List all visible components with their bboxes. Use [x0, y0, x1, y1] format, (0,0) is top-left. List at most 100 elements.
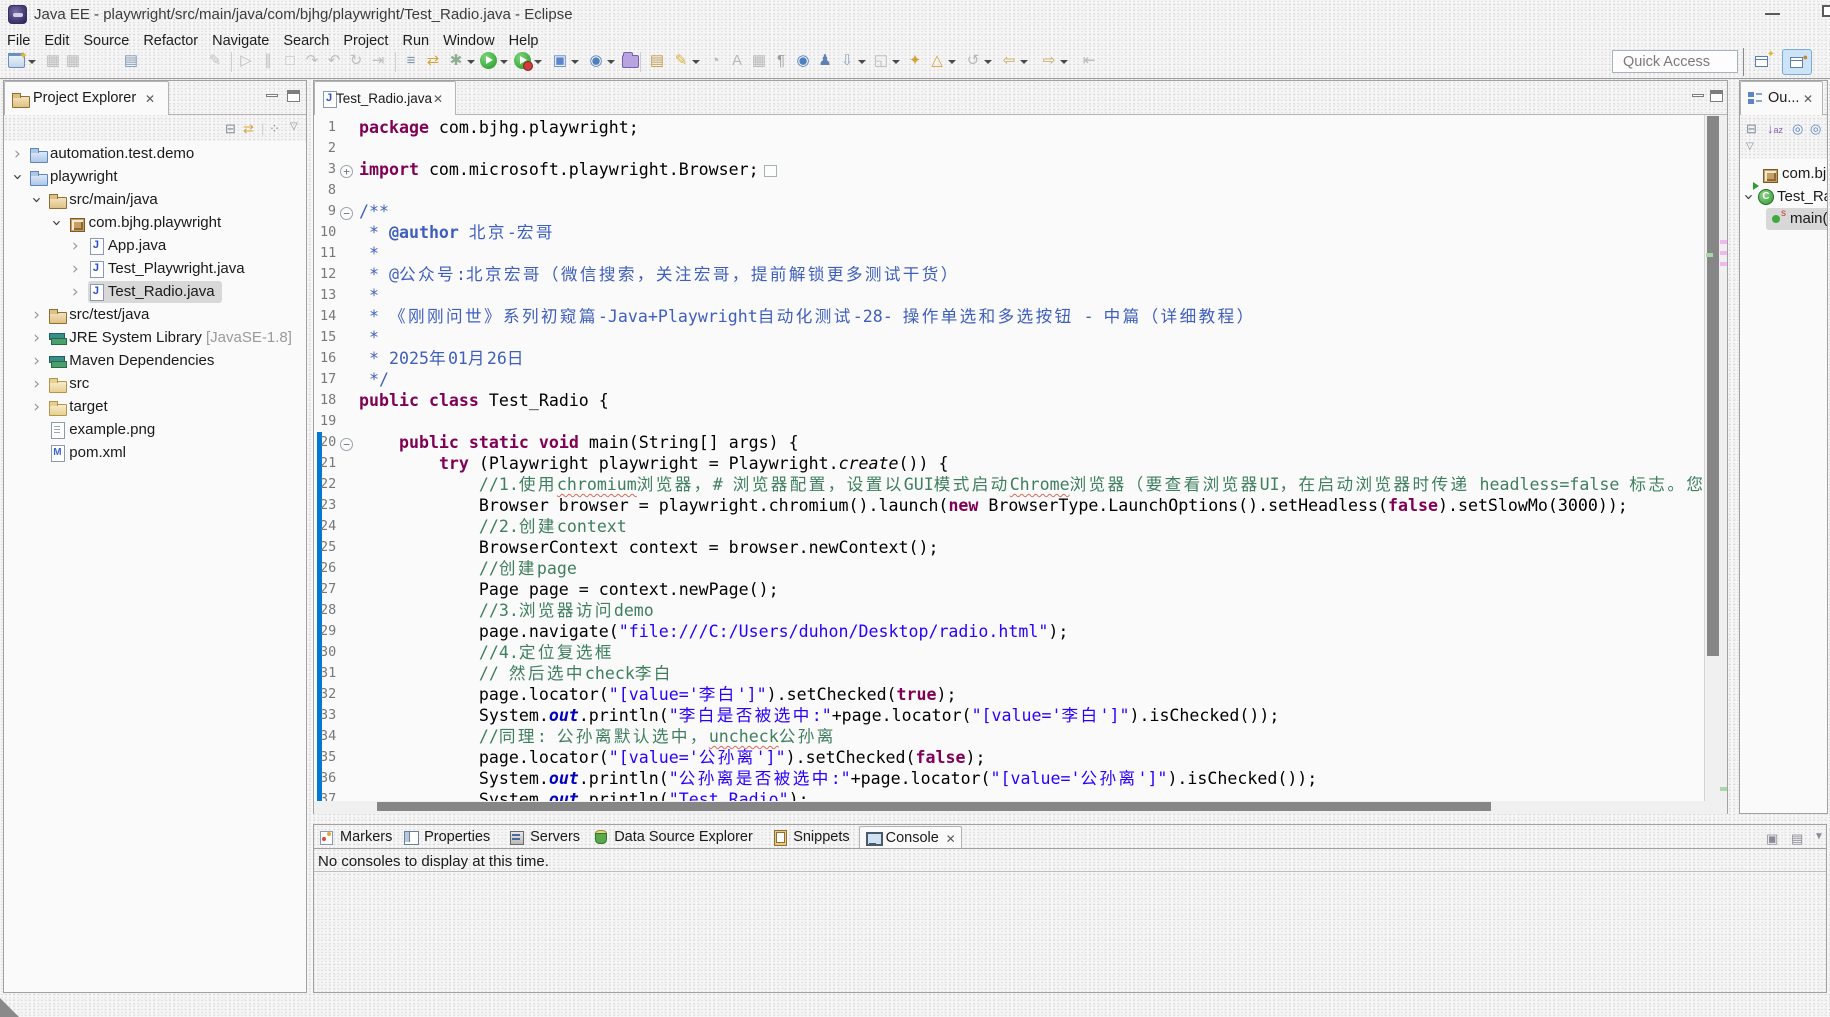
tree-item-test-playwright-java[interactable]: › Test_Playwright.java — [4, 258, 306, 281]
forward-icon-dropdown[interactable] — [1060, 60, 1068, 64]
code-line-21[interactable]: 21 try (Playwright playwright = Playwrig… — [314, 453, 1703, 474]
expand-arrow-icon[interactable]: › — [72, 236, 79, 256]
code-line-3[interactable]: 3 + import com.microsoft.playwright.Browse… — [314, 159, 1703, 180]
editor-tab[interactable]: Test_Radio.java ✕ — [314, 81, 456, 115]
maximize-view-icon[interactable] — [287, 90, 300, 102]
editor-content[interactable]: 1 package com.bjhg.playwright; 2 3 + import c… — [314, 115, 1727, 801]
code-line-15[interactable]: 15 * — [314, 327, 1703, 348]
view-menu-icon[interactable]: ▽ — [290, 121, 298, 132]
code-line-11[interactable]: 11 * — [314, 243, 1703, 264]
code-line-36[interactable]: 36 System.out.println("公孙离是否被选中:"+page.l… — [314, 768, 1703, 789]
tree-item-src-main-java[interactable]: › src/main/java — [4, 189, 306, 212]
code-line-10[interactable]: 10 * @author 北京-宏哥 — [314, 222, 1703, 243]
minimize-editor-icon[interactable] — [1692, 94, 1704, 97]
link-with-editor-icon[interactable]: ⇄ — [243, 121, 254, 137]
focus-icon[interactable]: ⁘ — [269, 121, 280, 137]
triangle-icon[interactable]: △ — [928, 52, 946, 70]
close-icon[interactable]: ✕ — [433, 92, 443, 106]
debug-icon-dropdown[interactable] — [467, 60, 475, 64]
expand-arrow-icon[interactable]: › — [72, 282, 79, 302]
tree-item-jre-system-library[interactable]: › JRE System Library [JavaSE-1.8] — [4, 327, 306, 350]
horizontal-scrollbar-thumb[interactable] — [377, 802, 1491, 811]
expand-arrow-icon[interactable]: › — [33, 374, 40, 394]
tree-item-src[interactable]: › src — [4, 373, 306, 396]
step-into-icon[interactable]: ⇥ — [369, 52, 387, 70]
expand-arrow-icon[interactable]: › — [33, 328, 40, 348]
stop-icon[interactable]: □ — [281, 52, 299, 70]
step-over-icon[interactable]: ↷ — [303, 52, 321, 70]
expand-arrow-icon[interactable]: › — [33, 397, 40, 417]
code-line-28[interactable]: 28 //3.浏览器访问demo — [314, 600, 1703, 621]
code-line-13[interactable]: 13 * — [314, 285, 1703, 306]
close-icon[interactable]: ✕ — [1803, 92, 1813, 106]
step-return-icon[interactable]: ↶ — [325, 52, 343, 70]
code-line-16[interactable]: 16 * 2025年01月26日 — [314, 348, 1703, 369]
console-tab-snippets[interactable]: Snippets — [767, 826, 858, 849]
code-line-9[interactable]: 9−/** — [314, 201, 1703, 222]
marker-icon-dropdown[interactable] — [692, 60, 700, 64]
code-line-2[interactable]: 2 — [314, 138, 1703, 159]
back-icon[interactable]: ⇦ — [1000, 52, 1018, 70]
code-line-20[interactable]: 20− public static void main(String[] arg… — [314, 432, 1703, 453]
table-icon[interactable]: ▦ — [750, 52, 768, 70]
display-console-icon[interactable]: ▤ — [1791, 831, 1803, 847]
code-line-12[interactable]: 12 * @公众号:北京宏哥（微信搜索，关注宏哥，提前解锁更多测试干货） — [314, 264, 1703, 285]
tree-item-playwright[interactable]: › playwright — [4, 166, 306, 189]
minimize-window-icon[interactable] — [1765, 13, 1780, 15]
run-last-icon[interactable]: ▷ — [237, 52, 255, 70]
expand-arrow-icon[interactable]: › — [14, 144, 21, 164]
tree-item-target[interactable]: › target — [4, 396, 306, 419]
collapse-all-icon[interactable]: ⊟ — [225, 121, 236, 137]
collapse-arrow-icon[interactable]: › — [7, 174, 27, 181]
minimize-view-icon[interactable] — [266, 94, 278, 97]
font-icon[interactable]: A — [728, 52, 746, 70]
open-console-icon[interactable]: ▣ — [1766, 831, 1778, 847]
view-menu-icon[interactable]: ▽ — [1746, 141, 1754, 152]
undo-icon-dropdown[interactable] — [984, 60, 992, 64]
outline-tab[interactable]: Ou... ✕ — [1740, 81, 1823, 115]
code-line-22[interactable]: 22 //1.使用chromium浏览器，# 浏览器配置，设置以GUI模式启动C… — [314, 474, 1727, 495]
save-all-icon[interactable]: ▦ — [64, 52, 82, 70]
vertical-scrollbar-thumb[interactable] — [1707, 116, 1719, 656]
overview-ruler[interactable] — [1704, 115, 1727, 801]
occurrence-mark[interactable] — [1720, 240, 1727, 244]
back-icon-dropdown[interactable] — [1020, 60, 1028, 64]
console-tab-data-source-explorer[interactable]: Data Source Explorer — [588, 826, 767, 849]
pause-icon[interactable]: ∥ — [259, 52, 277, 70]
hide-fields-icon[interactable]: ◎ — [1792, 121, 1803, 137]
expand-arrow-icon[interactable]: › — [33, 351, 40, 371]
code-line-26[interactable]: 26 //创建page — [314, 558, 1703, 579]
fold-collapse-icon[interactable]: − — [340, 438, 353, 451]
last-edit-icon[interactable]: ⇤ — [1080, 52, 1098, 70]
code-line-17[interactable]: 17 */ — [314, 369, 1703, 390]
code-line-32[interactable]: 32 page.locator("[value='李白']").setCheck… — [314, 684, 1703, 705]
run-icon[interactable] — [480, 52, 497, 69]
mark-occurrences-icon[interactable]: ≡ — [402, 52, 420, 70]
new-web-icon[interactable]: ◉ — [587, 52, 605, 70]
tree-item-test-radio-java[interactable]: › Test_Radio.java — [4, 281, 306, 304]
code-line-18[interactable]: 18 public class Test_Radio { — [314, 390, 1703, 411]
collapse-arrow-icon[interactable]: › — [27, 197, 47, 204]
maximize-editor-icon[interactable] — [1710, 90, 1723, 102]
new-wizard-icon[interactable] — [8, 47, 28, 68]
code-line-33[interactable]: 33 System.out.println("李白是否被选中:"+page.lo… — [314, 705, 1703, 726]
code-line-1[interactable]: 1 package com.bjhg.playwright; — [314, 117, 1703, 138]
outline-item-main-string-args-[interactable]: main(String[] args) — [1740, 208, 1827, 231]
quick-access-box[interactable]: Quick Access — [1612, 50, 1738, 73]
open-perspective-icon[interactable]: ✦ — [1752, 49, 1775, 73]
save-icon[interactable]: ▦ — [44, 52, 62, 70]
tree-item-src-test-java[interactable]: › src/test/java — [4, 304, 306, 327]
restore-window-icon[interactable] — [1822, 5, 1830, 17]
java-ee-perspective-icon[interactable]: ● — [1782, 49, 1812, 75]
web-browser-icon[interactable]: ◉ — [794, 52, 812, 70]
code-line-27[interactable]: 27 Page page = context.newPage(); — [314, 579, 1703, 600]
code-line-8[interactable]: 8 — [314, 180, 1703, 201]
tree-item-pom-xml[interactable]: pom.xml — [4, 442, 306, 465]
tree-item-app-java[interactable]: › App.java — [4, 235, 306, 258]
triangle-icon-dropdown[interactable] — [948, 60, 956, 64]
code-line-37[interactable]: 37 System.out.println("Test_Radio"); — [314, 789, 1703, 801]
code-line-35[interactable]: 35 page.locator("[value='公孙离']").setChec… — [314, 747, 1703, 768]
outline-item-test-radio[interactable]: ›Test_Radio — [1740, 186, 1827, 209]
new-folder-icon[interactable] — [622, 52, 639, 68]
code-line-19[interactable]: 19 — [314, 411, 1703, 432]
